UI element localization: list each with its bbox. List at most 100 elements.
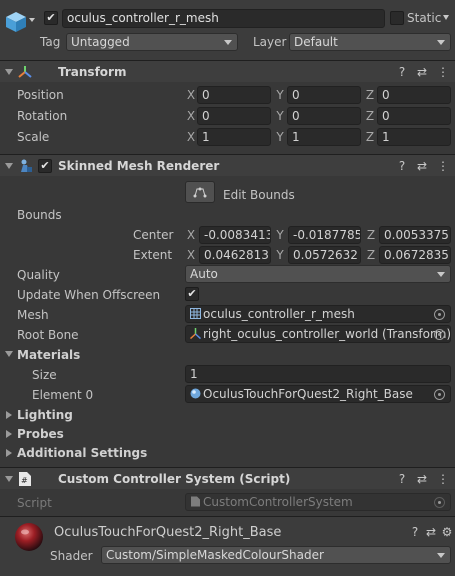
object-name-field[interactable]: oculus_controller_r_mesh [62,9,385,28]
rotation-label: Rotation [17,109,68,123]
lighting-label: Lighting [17,408,73,422]
position-y-field[interactable]: 0 [287,86,361,104]
foldout-arrow[interactable] [5,351,13,357]
edit-bounds-icon [193,187,207,198]
preset-icon[interactable]: ⇄ [425,525,437,539]
additional-settings-label: Additional Settings [17,446,148,460]
extent-label: Extent [133,248,173,262]
rotation-z-field[interactable]: 0 [377,107,451,125]
foldout-arrow[interactable] [5,69,13,75]
static-label[interactable]: Static [407,10,441,26]
additional-settings-foldout[interactable]: Additional Settings [0,444,180,462]
center-y-field[interactable]: -0.0187785 [288,226,361,244]
axis-z-label: Z [366,248,376,262]
preset-icon[interactable]: ⇄ [416,65,428,79]
tag-label: Tag [40,35,61,49]
scale-y-field[interactable]: 1 [287,128,361,146]
layer-value: Default [294,35,338,49]
script-value: CustomControllerSystem [203,495,353,509]
mesh-field[interactable]: oculus_controller_r_mesh [185,305,451,323]
object-picker-icon[interactable] [434,329,445,340]
axis-y-label: Y [276,228,284,242]
scale-x-field[interactable]: 1 [197,128,271,146]
more-icon[interactable]: ⋮ [437,159,449,173]
position-z-field[interactable]: 0 [377,86,451,104]
help-icon[interactable]: ? [396,65,408,79]
lighting-foldout[interactable]: Lighting [0,406,180,424]
foldout-arrow[interactable] [6,411,12,419]
axis-z-label: Z [365,109,375,123]
extent-x-field[interactable]: 0.0462813 [199,246,271,264]
probes-foldout[interactable]: Probes [0,425,180,443]
position-x-field[interactable]: 0 [197,86,271,104]
material-name: OculusTouchForQuest2_Right_Base [54,525,282,540]
axis-z-label: Z [365,130,375,144]
script-icon: # [19,472,31,486]
axis-z-label: Z [366,228,376,242]
root-bone-field[interactable]: right_oculus_controller_world (Transform… [185,325,451,343]
gear-icon[interactable]: ⚙ [441,525,453,539]
quality-value: Auto [190,267,218,281]
foldout-arrow[interactable] [6,430,12,438]
extent-z-field[interactable]: 0.0672835 [379,246,451,264]
transform-header[interactable]: Transform ? ⇄ ⋮ [0,60,455,82]
edit-bounds-button[interactable] [185,181,215,203]
probes-label: Probes [17,427,64,441]
center-x-field[interactable]: -0.0083413 [199,226,271,244]
scale-z-field[interactable]: 1 [377,128,451,146]
scale-label: Scale [17,130,50,144]
element0-field[interactable]: OculusTouchForQuest2_Right_Base [185,385,451,403]
chevron-down-icon[interactable] [29,18,35,22]
root-bone-label: Root Bone [17,328,79,342]
chevron-down-icon [437,553,445,558]
script-component-title: Custom Controller System (Script) [58,472,291,486]
skinned-mesh-enabled-checkbox[interactable]: ✔ [38,159,52,173]
script-field: CustomControllerSystem [185,493,451,511]
preset-icon[interactable]: ⇄ [416,159,428,173]
material-preview-icon [15,523,43,551]
help-icon[interactable]: ? [396,472,408,486]
active-checkbox[interactable]: ✔ [44,11,58,25]
center-label: Center [133,228,174,242]
rotation-y-field[interactable]: 0 [287,107,361,125]
tag-dropdown[interactable]: Untagged [66,33,238,51]
static-checkbox[interactable] [390,11,404,25]
transform-icon [190,328,201,339]
static-dropdown-icon[interactable] [443,15,449,20]
center-z-field[interactable]: 0.0053375 [379,226,451,244]
axis-y-label: Y [276,88,284,102]
object-picker-icon[interactable] [434,309,445,320]
chevron-down-icon [437,272,445,277]
update-when-offscreen-checkbox[interactable]: ✔ [185,287,199,301]
shader-label: Shader [50,549,93,563]
bounds-label: Bounds [17,208,62,222]
object-picker-icon[interactable] [434,389,445,400]
element0-value: OculusTouchForQuest2_Right_Base [203,387,413,401]
help-icon[interactable]: ? [409,525,421,539]
materials-label: Materials [17,348,81,362]
tag-value: Untagged [71,35,130,49]
rotation-x-field[interactable]: 0 [197,107,271,125]
foldout-arrow[interactable] [6,449,12,457]
transform-icon [18,66,32,78]
material-sphere-icon [190,388,201,399]
axis-y-label: Y [276,248,284,262]
preset-icon[interactable]: ⇄ [416,472,428,486]
axis-x-label: X [186,130,196,144]
axis-z-label: Z [365,88,375,102]
help-icon[interactable]: ? [396,159,408,173]
mesh-label: Mesh [17,308,49,322]
shader-dropdown[interactable]: Custom/SimpleMaskedColourShader [101,546,451,564]
skinned-mesh-title: Skinned Mesh Renderer [58,159,220,173]
skinned-mesh-renderer-header[interactable]: ✔ Skinned Mesh Renderer ? ⇄ ⋮ [0,154,455,176]
size-field[interactable]: 1 [185,365,451,383]
more-icon[interactable]: ⋮ [437,65,449,79]
script-component-header[interactable]: # Custom Controller System (Script) ? ⇄ … [0,467,455,489]
materials-foldout[interactable]: Materials [0,345,180,365]
foldout-arrow[interactable] [5,163,13,169]
layer-dropdown[interactable]: Default [289,33,451,51]
extent-y-field[interactable]: 0.0572632 [288,246,361,264]
quality-dropdown[interactable]: Auto [185,265,451,283]
more-icon[interactable]: ⋮ [437,472,449,486]
foldout-arrow[interactable] [5,476,13,482]
